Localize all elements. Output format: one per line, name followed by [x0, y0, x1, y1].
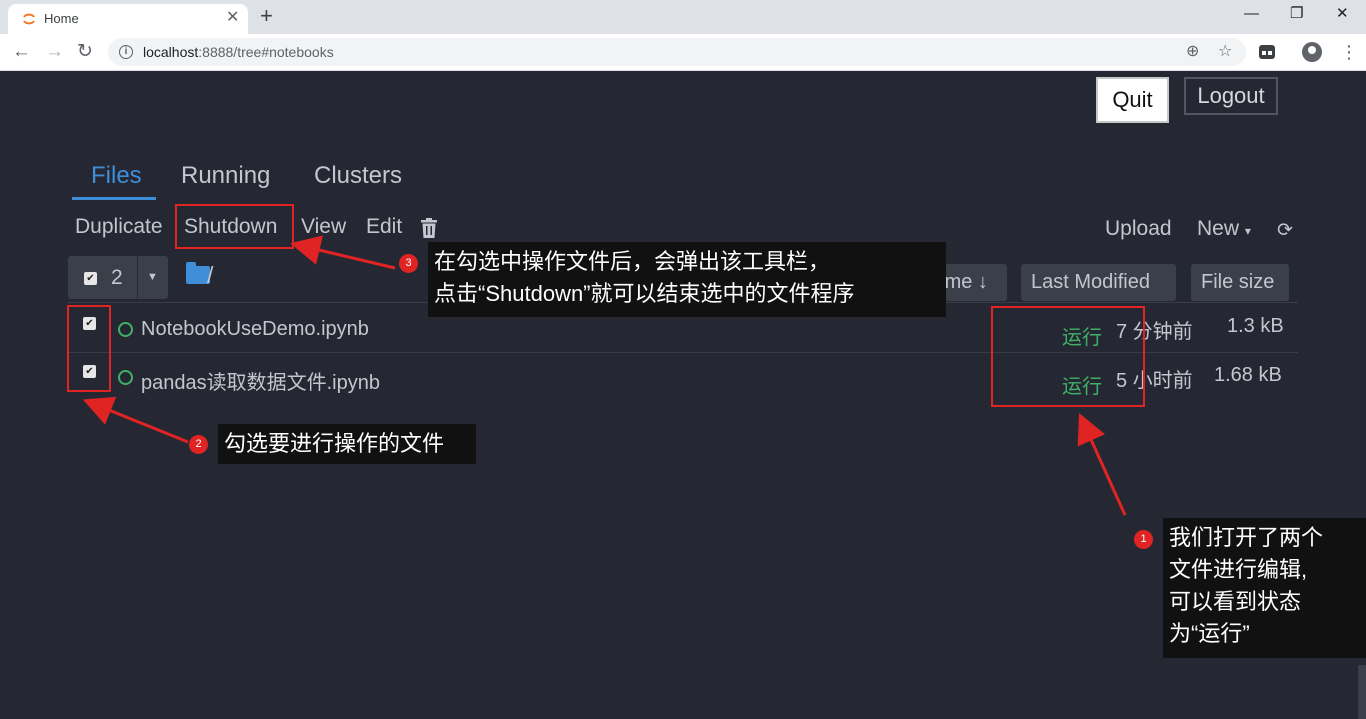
page-scrollbar[interactable]: [1358, 665, 1366, 719]
arrow-to-status: [1077, 413, 1127, 516]
arrow-to-checkboxes: [82, 396, 189, 444]
annotation-badge-1: 1: [1134, 530, 1153, 549]
arrow-to-shutdown: [290, 235, 396, 270]
annotation-badge-3: 3: [399, 254, 418, 273]
annotation-callout-3: 在勾选中操作文件后，会弹出该工具栏， 点击“Shutdown”就可以结束选中的文…: [428, 242, 946, 317]
annotation-arrows: [82, 235, 1127, 516]
annotation-badge-2: 2: [189, 435, 208, 454]
annotation-callout-1: 我们打开了两个 文件进行编辑, 可以看到状态 为“运行”: [1163, 518, 1366, 658]
annotation-callout-2: 勾选要进行操作的文件: [218, 424, 476, 464]
